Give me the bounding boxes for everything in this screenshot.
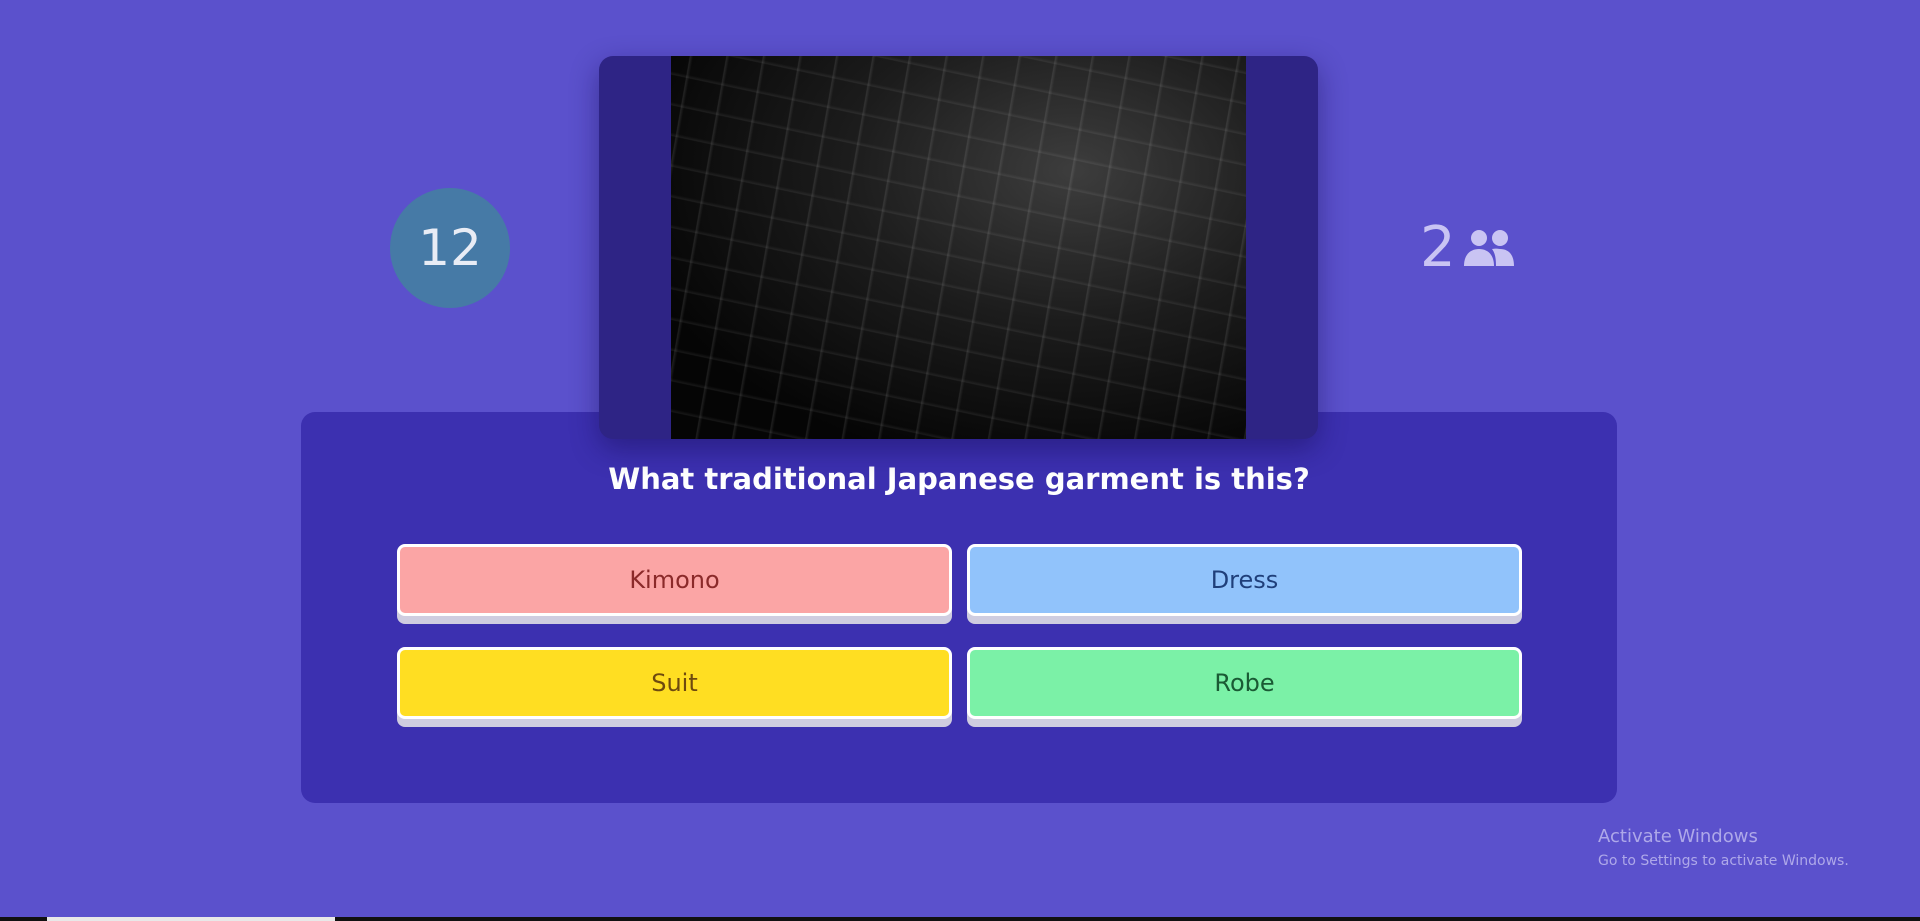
quiz-screen: 12 2 What traditional Japanese garment i…	[0, 0, 1920, 921]
answer-label: Suit	[651, 669, 698, 697]
answer-label: Dress	[1210, 566, 1279, 594]
answer-button-suit[interactable]: Suit	[397, 647, 952, 719]
answer-grid: Kimono Dress Suit Robe	[397, 544, 1522, 719]
player-count: 2	[1420, 218, 1516, 278]
question-image	[671, 56, 1246, 439]
windows-activation-watermark: Activate Windows Go to Settings to activ…	[1598, 826, 1849, 871]
watermark-subtitle: Go to Settings to activate Windows.	[1598, 853, 1849, 869]
timer-value: 12	[418, 219, 482, 277]
answer-button-robe[interactable]: Robe	[967, 647, 1522, 719]
people-icon	[1462, 228, 1516, 268]
answer-label: Robe	[1214, 669, 1275, 697]
answer-button-dress[interactable]: Dress	[967, 544, 1522, 616]
question-panel: What traditional Japanese garment is thi…	[301, 412, 1617, 803]
taskbar-strip	[0, 917, 1920, 921]
taskbar-active-segment	[47, 917, 335, 921]
countdown-timer: 12	[390, 188, 510, 308]
answer-label: Kimono	[629, 566, 720, 594]
question-media-card	[599, 56, 1318, 439]
question-text: What traditional Japanese garment is thi…	[608, 462, 1310, 496]
answer-button-kimono[interactable]: Kimono	[397, 544, 952, 616]
watermark-title: Activate Windows	[1598, 826, 1758, 847]
player-count-value: 2	[1420, 215, 1456, 280]
